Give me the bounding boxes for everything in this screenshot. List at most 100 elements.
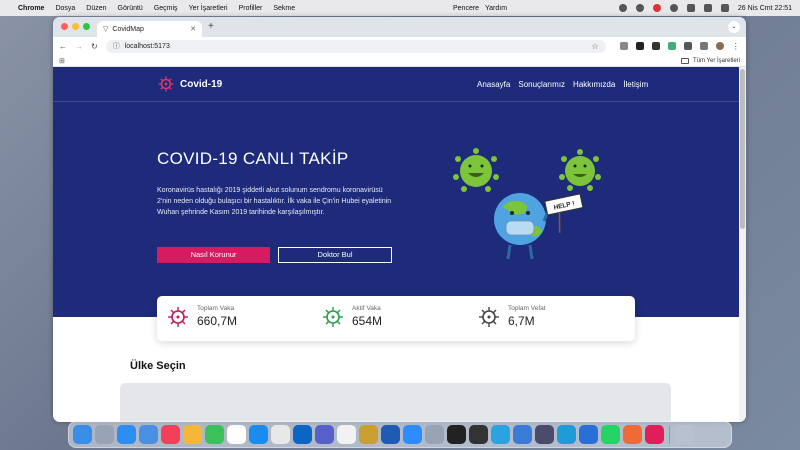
terminal-icon[interactable]	[469, 425, 488, 444]
apps-grid-icon[interactable]: ⊞	[59, 57, 65, 65]
new-tab-icon[interactable]: +	[208, 21, 214, 32]
tab-covidmap[interactable]: ▽ CovidMap ✕	[97, 21, 202, 37]
more-menu-icon[interactable]: ⋮	[732, 42, 740, 51]
facetime-icon[interactable]	[205, 425, 224, 444]
address-bar[interactable]: ⓘ localhost:5173 ☆	[105, 39, 606, 53]
nav-contact[interactable]: İletişim	[623, 80, 648, 89]
status-icon[interactable]	[635, 4, 644, 12]
launchpad-icon[interactable]	[95, 425, 114, 444]
menu-tab[interactable]: Sekme	[273, 5, 295, 12]
url-text[interactable]: localhost:5173	[125, 43, 170, 50]
whatsapp-icon[interactable]	[601, 425, 620, 444]
virus-red-icon	[168, 306, 188, 327]
notes-icon[interactable]	[337, 425, 356, 444]
nav-results[interactable]: Sonuçlarımız	[518, 80, 565, 89]
site-logo[interactable]: Covid-19	[158, 76, 222, 92]
close-window-button[interactable]	[61, 23, 68, 30]
bookmarks-bar: ⊞ Tüm Yer İşaretleri	[53, 55, 746, 67]
outlook-icon[interactable]	[381, 425, 400, 444]
tab-title: CovidMap	[112, 25, 144, 33]
slack-icon[interactable]	[645, 425, 664, 444]
photos-icon[interactable]	[183, 425, 202, 444]
telegram-icon[interactable]	[491, 425, 510, 444]
page-scrollbar[interactable]	[739, 67, 746, 422]
control-center-icon[interactable]	[720, 4, 729, 12]
app-icon[interactable]	[623, 425, 642, 444]
menu-history[interactable]: Geçmiş	[154, 5, 178, 12]
reload-icon[interactable]: ↻	[91, 42, 98, 51]
github-icon[interactable]	[447, 425, 466, 444]
site-navbar: Covid-19 Anasayfa Sonuçlarımız Hakkımızd…	[53, 67, 739, 102]
sidepanel-icon[interactable]	[699, 42, 708, 50]
zoom-icon[interactable]	[403, 425, 422, 444]
bookmark-star-icon[interactable]: ☆	[592, 42, 599, 51]
page-viewport: Covid-19 Anasayfa Sonuçlarımız Hakkımızd…	[53, 67, 746, 422]
menu-file[interactable]: Dosya	[55, 5, 75, 12]
menu-app-name[interactable]: Chrome	[18, 5, 44, 12]
close-tab-icon[interactable]: ✕	[190, 25, 196, 33]
stat-label: Toplam Vaka	[197, 305, 235, 312]
menu-edit[interactable]: Düzen	[86, 5, 106, 12]
play-icon[interactable]	[669, 4, 678, 12]
tab-bar: ▽ CovidMap ✕ + ⌄	[53, 17, 746, 37]
puzzle-icon[interactable]	[683, 42, 692, 50]
find-doctor-button[interactable]: Doktor Bul	[278, 247, 392, 263]
app-icon[interactable]	[557, 425, 576, 444]
macos-dock	[68, 421, 732, 448]
all-bookmarks-label: Tüm Yer İşaretleri	[692, 57, 740, 64]
select-country-title: Ülke Seçin	[130, 360, 186, 372]
how-to-protect-button[interactable]: Nasıl Korunur	[157, 247, 270, 263]
dock-separator	[669, 425, 670, 444]
app-icon[interactable]	[579, 425, 598, 444]
zoom-window-button[interactable]	[83, 23, 90, 30]
extension-icon[interactable]	[619, 42, 628, 50]
chrome-icon[interactable]	[271, 425, 290, 444]
search-icon[interactable]	[703, 4, 712, 12]
menu-bookmarks[interactable]: Yer İşaretleri	[189, 5, 228, 12]
extensions-area: ⋮	[619, 42, 740, 51]
status-icon[interactable]	[618, 4, 627, 12]
minimize-window-button[interactable]	[72, 23, 79, 30]
hero-title: COVID-19 CANLI TAKİP	[157, 149, 349, 168]
extension-icon[interactable]	[667, 42, 676, 50]
calendar-icon[interactable]	[227, 425, 246, 444]
app-icon[interactable]	[315, 425, 334, 444]
forward-icon[interactable]: →	[75, 42, 83, 51]
nav-home[interactable]: Anasayfa	[477, 80, 510, 89]
covid-illustration: HELP !	[453, 148, 601, 260]
virus-logo-icon	[158, 76, 174, 92]
menu-profiles[interactable]: Profiller	[239, 5, 263, 12]
hero-description: Koronavirüs hastalığı 2019 şiddetli akut…	[157, 187, 392, 216]
trash-icon[interactable]	[675, 425, 694, 444]
recording-icon[interactable]	[652, 4, 661, 12]
app-store-icon[interactable]	[249, 425, 268, 444]
nav-about[interactable]: Hakkımızda	[573, 80, 615, 89]
mail-icon[interactable]	[139, 425, 158, 444]
wifi-icon[interactable]	[686, 4, 695, 12]
menu-help[interactable]: Yardım	[485, 5, 507, 12]
menu-datetime[interactable]: 26 Nis Cmt 22:51	[738, 5, 792, 12]
all-bookmarks-folder[interactable]: Tüm Yer İşaretleri	[680, 57, 740, 64]
app-icon[interactable]	[513, 425, 532, 444]
stat-value: 660,7M	[197, 314, 238, 328]
app-icon[interactable]	[293, 425, 312, 444]
extension-icon[interactable]	[635, 42, 644, 50]
pen-icon[interactable]	[651, 42, 660, 50]
app-icon[interactable]	[359, 425, 378, 444]
window-controls	[61, 23, 90, 30]
safari-icon[interactable]	[117, 425, 136, 444]
tab-search-icon[interactable]: ⌄	[728, 21, 740, 33]
virus-gray-icon	[479, 306, 499, 327]
app-icon[interactable]	[535, 425, 554, 444]
back-icon[interactable]: ←	[59, 42, 67, 51]
site-info-icon[interactable]: ⓘ	[113, 41, 120, 51]
app-icon[interactable]	[425, 425, 444, 444]
finder-icon[interactable]	[73, 425, 92, 444]
hero-section: Covid-19 Anasayfa Sonuçlarımız Hakkımızd…	[53, 67, 739, 317]
country-map-area[interactable]	[120, 383, 671, 422]
scrollbar-thumb[interactable]	[740, 69, 745, 229]
profile-avatar[interactable]	[715, 42, 724, 50]
menu-window[interactable]: Pencere	[453, 5, 479, 12]
music-icon[interactable]	[161, 425, 180, 444]
menu-view[interactable]: Görüntü	[118, 5, 143, 12]
